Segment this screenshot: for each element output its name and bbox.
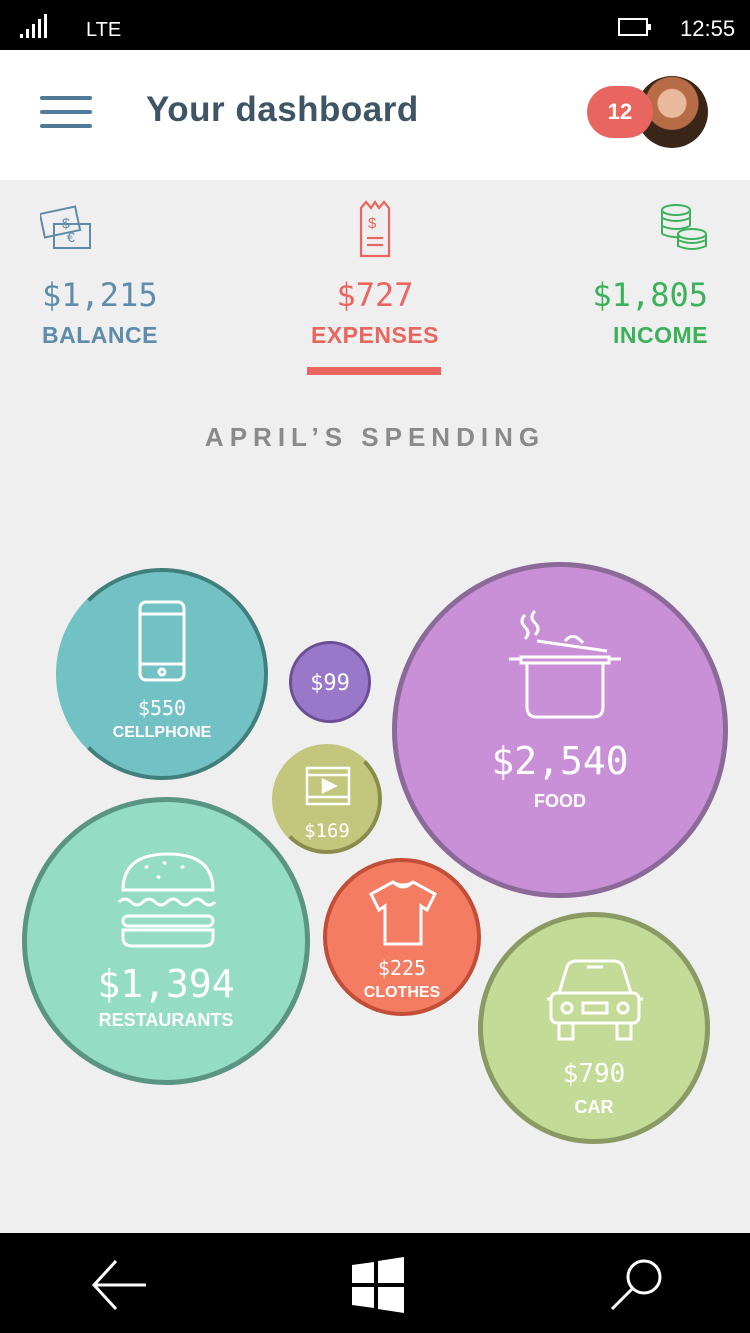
- phone-icon: [138, 600, 186, 682]
- back-arrow-icon[interactable]: [90, 1255, 150, 1315]
- category-bubble-cellphone[interactable]: $550 CELLPHONE: [56, 568, 268, 780]
- selected-tab-indicator: [307, 367, 441, 375]
- section-title: APRIL’S SPENDING: [204, 422, 546, 452]
- category-bubble-car[interactable]: $790 CAR: [478, 912, 710, 1144]
- cellphone-amount: $550: [137, 696, 187, 720]
- category-bubble-food[interactable]: $2,540 FOOD: [392, 562, 728, 898]
- search-icon[interactable]: [608, 1255, 668, 1315]
- car-label: CAR: [574, 1097, 614, 1117]
- category-bubble-other[interactable]: $99: [289, 641, 371, 723]
- expenses-label: EXPENSES: [311, 322, 439, 348]
- page-title: Your dashboard: [146, 90, 419, 129]
- tshirt-icon: [369, 880, 437, 946]
- banknotes-icon: $ €: [40, 205, 91, 249]
- clothes-amount: $225: [377, 956, 427, 980]
- food-amount: $2,540: [491, 739, 629, 783]
- balance-label: BALANCE: [42, 322, 158, 348]
- svg-text:€: €: [67, 229, 75, 245]
- notification-badge[interactable]: 12: [587, 86, 653, 138]
- clothes-label: CLOTHES: [363, 984, 441, 1001]
- windows-start-icon[interactable]: [348, 1255, 408, 1315]
- restaurants-label: RESTAURANTS: [98, 1010, 234, 1030]
- category-bubble-clothes[interactable]: $225 CLOTHES: [323, 858, 481, 1016]
- income-label: INCOME: [613, 322, 708, 348]
- other-amount: $99: [310, 671, 350, 696]
- income-value: $1,805: [592, 276, 708, 314]
- car-icon: [547, 959, 643, 1041]
- expenses-value: $727: [336, 276, 414, 314]
- balance-summary[interactable]: $1,215 BALANCE: [30, 276, 190, 349]
- burger-icon: [117, 852, 217, 948]
- hamburger-menu-button[interactable]: [40, 96, 92, 130]
- car-amount: $790: [562, 1059, 626, 1089]
- restaurants-amount: $1,394: [97, 962, 235, 1006]
- system-navigation-bar: [0, 1233, 750, 1333]
- income-summary[interactable]: $1,805 INCOME: [560, 276, 720, 349]
- expenses-summary[interactable]: $727 EXPENSES: [290, 276, 460, 349]
- status-bar: LTE 12:55: [0, 0, 750, 50]
- clock: 12:55: [680, 16, 736, 41]
- cellphone-label: CELLPHONE: [112, 724, 212, 741]
- receipt-icon: $: [359, 200, 391, 258]
- category-bubble-restaurants[interactable]: $1,394 RESTAURANTS: [22, 797, 310, 1085]
- svg-text:$: $: [368, 215, 377, 232]
- signal-icon: [20, 14, 47, 38]
- balance-value: $1,215: [42, 276, 158, 314]
- pot-icon: [509, 609, 621, 719]
- movies-amount: $169: [304, 820, 350, 842]
- film-icon: [305, 766, 351, 806]
- coins-icon: [661, 204, 707, 250]
- battery-icon: [618, 18, 651, 36]
- food-label: FOOD: [534, 791, 586, 811]
- category-bubble-movies[interactable]: $169: [272, 744, 382, 854]
- network-type: LTE: [86, 19, 122, 41]
